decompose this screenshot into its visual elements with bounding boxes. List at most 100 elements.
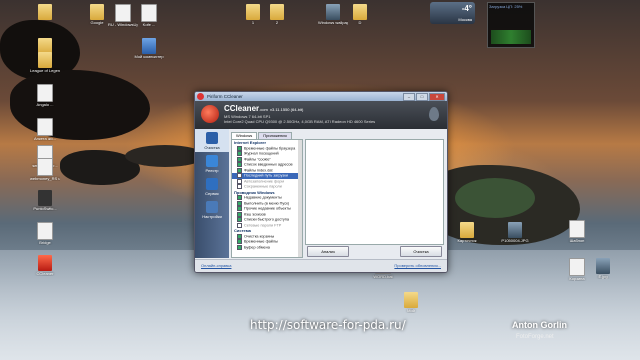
option-label: Кэш эскизов <box>244 212 266 216</box>
clean-button[interactable]: Очистка <box>400 246 442 257</box>
option-label: Временные файлы браузера <box>244 146 296 150</box>
desktop-icon[interactable]: Ё.jpg <box>588 258 618 279</box>
option-checkbox[interactable] <box>237 244 242 250</box>
tree-option-row[interactable]: Буфер обмена <box>232 244 302 251</box>
option-checkbox[interactable] <box>237 167 242 173</box>
desktop-icon[interactable]: Windows wallpaper <box>318 4 348 25</box>
option-checkbox[interactable] <box>237 173 242 178</box>
desktop-icon[interactable]: Анкета жо... <box>30 118 60 141</box>
img-icon <box>508 222 522 238</box>
desktop-icon-label: Анкета жо... <box>33 136 57 141</box>
desktop-icon[interactable]: Bridge <box>30 222 60 245</box>
watermark-url: http://software-for-pda.ru/ <box>250 318 406 332</box>
folder-icon <box>38 52 52 68</box>
online-help-link[interactable]: Онлайн-справка <box>201 263 231 268</box>
desktop-icon[interactable]: 2 <box>262 4 292 25</box>
window-title: Piriform CCleaner <box>207 94 243 99</box>
desktop-icon[interactable]: Карточник <box>452 222 482 243</box>
broom-icon <box>206 132 218 144</box>
option-checkbox[interactable] <box>237 222 242 228</box>
option-checkbox[interactable] <box>237 184 242 189</box>
desktop-icon[interactable]: League of Legends <box>30 52 60 73</box>
option-checkbox[interactable] <box>237 211 242 217</box>
desktop-icon[interactable]: Шаблон <box>562 220 592 243</box>
desktop-icon-label: webmoney_RS users... <box>30 176 60 181</box>
folder-icon <box>353 4 367 20</box>
desktop-icon-label: Windows wallpaper <box>318 20 348 25</box>
weather-gadget[interactable]: -4° Москва <box>430 2 475 24</box>
dark-icon <box>38 190 52 206</box>
desktop-icon-label: League of Legends <box>30 68 60 73</box>
sidebar-item-cleaner[interactable]: Очистка <box>195 129 229 152</box>
tab-windows[interactable]: Windows <box>231 132 258 139</box>
option-label: Журнал посещений <box>244 151 279 156</box>
check-updates-link[interactable]: Проверить обновления... <box>394 263 441 268</box>
sidebar-item-options[interactable]: Настройки <box>195 198 229 221</box>
tree-option-row[interactable]: Список введенных адресов <box>232 162 302 168</box>
desktop-icon-label: P1050004.JPG <box>501 238 529 243</box>
maximize-button[interactable]: □ <box>416 93 428 101</box>
option-label: Файлы "cookie" <box>244 157 271 161</box>
desktop-icon[interactable]: CCleaner <box>30 255 60 276</box>
title-bar[interactable]: Piriform CCleaner – □ ✕ <box>195 92 447 101</box>
option-label: Прочие недавние объекты <box>244 206 291 211</box>
file-icon <box>37 118 53 136</box>
sidebar-item-tools[interactable]: Сервис <box>195 175 229 198</box>
option-label: Файлы index.dat <box>244 168 273 172</box>
red-icon <box>38 255 52 271</box>
registry-icon <box>206 155 218 167</box>
desktop-icon[interactable]: Мой <box>396 292 426 313</box>
desktop-icon-label: 2 <box>275 20 279 25</box>
desktop-icon[interactable]: Kofe ... <box>134 4 164 27</box>
desktop-icon[interactable] <box>30 4 60 20</box>
option-checkbox[interactable] <box>237 145 242 151</box>
close-button[interactable]: ✕ <box>429 93 445 101</box>
option-checkbox[interactable] <box>237 200 242 206</box>
sidebar-item-registry[interactable]: Реестр <box>195 152 229 175</box>
option-label: Список введенных адресов <box>244 162 293 167</box>
option-checkbox[interactable] <box>237 206 242 211</box>
desktop-icon[interactable]: webmoney_RS users... <box>30 158 60 181</box>
tab-applications[interactable]: Приложения <box>258 132 292 139</box>
desktop-icon-label: Мой <box>407 308 415 313</box>
option-checkbox[interactable] <box>237 217 242 222</box>
tree-scrollbar[interactable] <box>298 140 302 257</box>
option-label: Сетевые пароли FTP <box>244 223 282 227</box>
author-name: Anton Gorlin <box>512 320 567 330</box>
desktop-icon-label: PuntoSwitc... <box>33 206 57 211</box>
option-label: Последний путь загрузки <box>244 173 289 178</box>
piriform-drop-icon <box>429 107 439 121</box>
option-label: Буфер обмена <box>244 245 270 249</box>
cpu-header: Загрузка ЦП: 25% <box>489 4 523 9</box>
cleaning-options-tree[interactable]: Internet Explorer Временные файлы браузер… <box>231 139 303 258</box>
analyze-button[interactable]: Анализ <box>307 246 349 257</box>
option-checkbox[interactable] <box>237 178 242 184</box>
desktop-icon[interactable]: Мой компьютер <box>134 38 164 59</box>
folder-icon <box>270 4 284 20</box>
option-checkbox[interactable] <box>237 162 242 167</box>
author-site: FotoForge.net <box>516 334 554 340</box>
desktop-icon[interactable]: Angalo ... <box>30 84 60 107</box>
file-icon <box>569 258 585 276</box>
ccleaner-window: Piriform CCleaner – □ ✕ CCleaner.com v3.… <box>194 91 448 273</box>
option-checkbox[interactable] <box>237 233 242 239</box>
desktop-icon[interactable]: PuntoSwitc... <box>30 190 60 211</box>
desktop-icon-label: D <box>358 20 362 25</box>
desktop-icon-label: Angalo ... <box>36 102 54 107</box>
cpu-gadget[interactable]: Загрузка ЦП: 25% <box>487 2 535 48</box>
weather-city: Москва <box>458 17 472 22</box>
option-checkbox[interactable] <box>237 195 242 200</box>
folder-icon <box>246 4 260 20</box>
desktop-icon-label: CCleaner <box>36 271 54 276</box>
desktop-icon-label: Шаблон <box>569 238 585 243</box>
minimize-button[interactable]: – <box>403 93 415 101</box>
desktop-icon[interactable]: P1050004.JPG <box>500 222 530 243</box>
option-checkbox[interactable] <box>237 156 242 162</box>
tools-icon <box>206 178 218 190</box>
desktop-icon[interactable]: D <box>345 4 375 25</box>
desktop-icon-label: Ё.jpg <box>598 274 608 279</box>
option-checkbox[interactable] <box>237 239 242 244</box>
option-label: Списки быстрого доступа <box>244 217 289 222</box>
option-checkbox[interactable] <box>237 151 242 156</box>
desktop-icon-label: Bridge <box>39 240 51 245</box>
